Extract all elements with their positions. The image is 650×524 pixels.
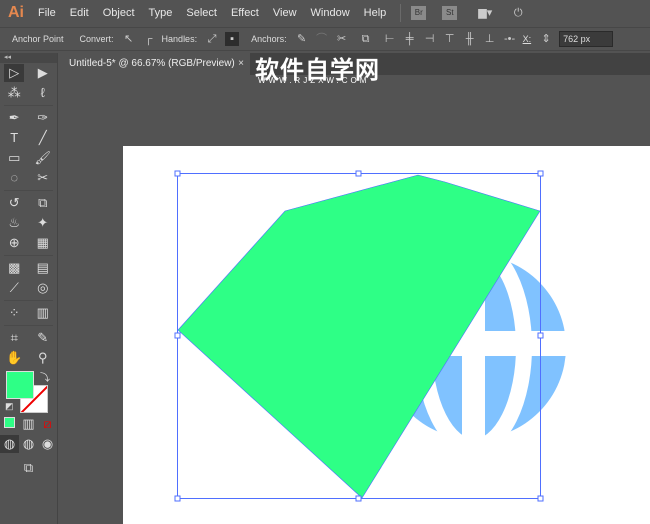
handle[interactable] xyxy=(174,495,181,502)
reference-point-icon[interactable]: -•- xyxy=(503,32,517,46)
divider xyxy=(400,4,402,22)
menu-edit[interactable]: Edit xyxy=(70,7,89,19)
cut-path-icon[interactable]: ✂ xyxy=(335,32,349,46)
fill-swatch[interactable] xyxy=(6,371,34,399)
workspace-layout-icon[interactable]: ▆▾ xyxy=(473,6,497,20)
align-bottom-icon[interactable]: ⊥ xyxy=(483,32,497,46)
warp-tool-icon[interactable]: ♨ xyxy=(4,214,24,232)
convert-smooth-icon[interactable]: ┌ xyxy=(142,32,156,46)
color-mode-icon[interactable] xyxy=(0,415,19,433)
watermark-url: WWW.RJZXW.COM xyxy=(258,76,370,85)
draw-behind-icon[interactable]: ◍ xyxy=(19,435,38,453)
align-hcenter-icon[interactable]: ╪ xyxy=(403,32,417,46)
menu-select[interactable]: Select xyxy=(186,7,217,19)
magic-wand-icon[interactable]: ⁂ xyxy=(4,84,24,102)
document-tab[interactable]: Untitled-5* @ 66.67% (RGB/Preview) × xyxy=(60,53,250,75)
shaper-tool-icon[interactable]: ◌ xyxy=(4,169,24,187)
draw-normal-icon[interactable]: ◍ xyxy=(0,435,19,453)
shape-builder-icon[interactable]: ⊕ xyxy=(4,234,24,252)
artwork xyxy=(123,146,650,524)
align-vcenter-icon[interactable]: ╫ xyxy=(463,32,477,46)
hand-tool-icon[interactable]: ✋ xyxy=(4,349,24,367)
handle[interactable] xyxy=(355,495,362,502)
scissors-icon[interactable]: ✂ xyxy=(33,169,53,187)
menu-type[interactable]: Type xyxy=(149,7,173,19)
lasso-icon[interactable]: ℓ xyxy=(33,84,53,102)
menu-file[interactable]: File xyxy=(38,7,56,19)
fill-stroke-swatches: ⤵ ◩ xyxy=(0,368,57,414)
menu-help[interactable]: Help xyxy=(364,7,387,19)
x-label: X: xyxy=(522,34,532,44)
line-tool-icon[interactable]: ╱ xyxy=(33,129,53,147)
rectangle-tool-icon[interactable]: ▭ xyxy=(4,149,24,167)
align-top-icon[interactable]: ⊤ xyxy=(443,32,457,46)
transform-icon[interactable]: ⧉ xyxy=(355,32,377,46)
rotate-tool-icon[interactable]: ↺ xyxy=(4,194,24,212)
menu-effect[interactable]: Effect xyxy=(231,7,259,19)
convert-corner-icon[interactable]: ↖ xyxy=(122,32,136,46)
bridge-button[interactable]: Br xyxy=(411,6,427,20)
stock-button[interactable]: St xyxy=(442,6,458,20)
align-left-icon[interactable]: ⊢ xyxy=(383,32,397,46)
handle[interactable] xyxy=(355,170,362,177)
mesh-tool-icon[interactable]: ▩ xyxy=(4,259,24,277)
type-tool-icon[interactable]: T xyxy=(4,129,24,147)
artboard-canvas[interactable] xyxy=(60,75,650,524)
remove-anchor-icon[interactable]: ✎ xyxy=(295,32,309,46)
handle[interactable] xyxy=(537,332,544,339)
direct-selection-tool-icon[interactable]: ▶ xyxy=(33,64,53,82)
handle[interactable] xyxy=(537,495,544,502)
eyedropper-icon[interactable]: ⟋ xyxy=(4,279,24,297)
tab-title: Untitled-5* @ 66.67% (RGB/Preview) xyxy=(69,58,235,69)
align-right-icon[interactable]: ⊣ xyxy=(423,32,437,46)
handle[interactable] xyxy=(174,332,181,339)
swap-colors-icon[interactable]: ⤵ xyxy=(40,369,50,384)
control-bar: Anchor Point Convert: ↖ ┌ Handles: ⤢ ▪ A… xyxy=(0,27,650,51)
handles-label: Handles: xyxy=(161,34,198,44)
selection-tool-icon[interactable]: ▷ xyxy=(4,64,25,82)
scale-tool-icon[interactable]: ⧉ xyxy=(33,194,53,212)
convert-label: Convert: xyxy=(79,34,114,44)
pen-tool-icon[interactable]: ✒ xyxy=(4,109,24,127)
perspective-grid-icon[interactable]: ▦ xyxy=(33,234,53,252)
handle[interactable] xyxy=(537,170,544,177)
anchors-label: Anchors: xyxy=(251,34,287,44)
gradient-tool-icon[interactable]: ▤ xyxy=(33,259,53,277)
tool-label: Anchor Point xyxy=(12,34,64,44)
symbol-sprayer-icon[interactable]: ⁘ xyxy=(4,304,24,322)
none-mode-icon[interactable]: ⧄ xyxy=(38,415,57,433)
blend-tool-icon[interactable]: ◎ xyxy=(33,279,53,297)
paintbrush-icon[interactable]: 🖌 xyxy=(33,149,53,167)
close-tab-button[interactable]: × xyxy=(238,53,244,75)
tools-panel: ◂◂ ▷ ▶ ⁂ ℓ ✒ ✑ T ╱ ▭ 🖌 ◌ ✂ ↺ ⧉ ♨ ✦ ⊕ ▦ ▩ ▤ ⟋ ◎ ⁘ ▥ ⌗… xyxy=(0,53,58,524)
x-input[interactable]: 762 px xyxy=(559,31,614,47)
slice-tool-icon[interactable]: ✎ xyxy=(33,329,53,347)
gradient-mode-icon[interactable]: ▥ xyxy=(19,415,38,433)
puppet-warp-icon[interactable]: ✦ xyxy=(33,214,53,232)
app-logo: Ai xyxy=(8,4,24,21)
graph-tool-icon[interactable]: ▥ xyxy=(33,304,53,322)
connect-anchor-icon[interactable]: ⌒ xyxy=(315,32,329,46)
screen-mode-icon[interactable]: ⧉ xyxy=(19,459,39,477)
menu-object[interactable]: Object xyxy=(103,7,135,19)
handle[interactable] xyxy=(174,170,181,177)
menu-bar: Ai File Edit Object Type Select Effect V… xyxy=(0,0,650,26)
gpu-performance-icon[interactable]: ⏻ xyxy=(511,6,525,20)
default-colors-icon[interactable]: ◩ xyxy=(5,401,14,412)
menu-view[interactable]: View xyxy=(273,7,297,19)
show-handles-icon[interactable]: ⤢ xyxy=(205,32,219,46)
menu-window[interactable]: Window xyxy=(311,7,350,19)
zoom-tool-icon[interactable]: ⚲ xyxy=(33,349,53,367)
panel-collapse-icon[interactable]: ◂◂ xyxy=(0,53,57,63)
draw-inside-icon[interactable]: ◉ xyxy=(38,435,57,453)
hide-handles-icon[interactable]: ▪ xyxy=(225,32,240,46)
artboard-tool-icon[interactable]: ⌗ xyxy=(4,329,24,347)
x-stepper-icon[interactable]: ⇕ xyxy=(539,32,553,46)
curvature-tool-icon[interactable]: ✑ xyxy=(33,109,53,127)
